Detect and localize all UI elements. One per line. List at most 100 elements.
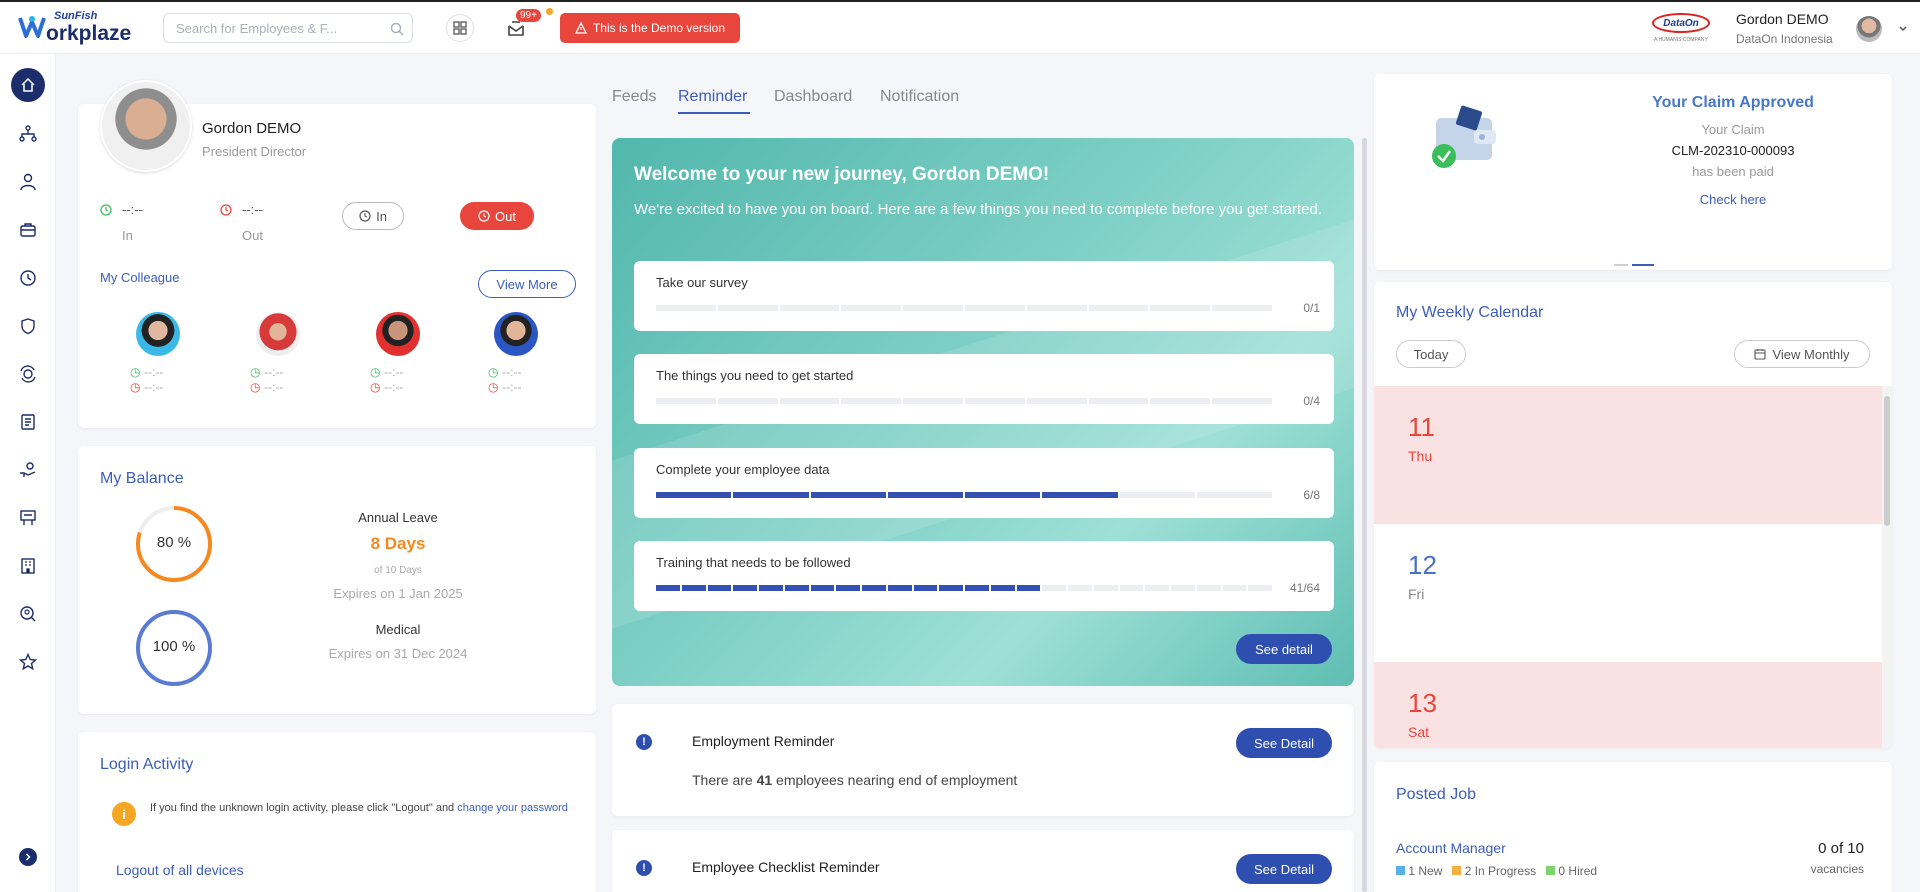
sidebar [0,54,56,892]
clock-icon [359,210,371,222]
clock-icon[interactable] [14,264,42,292]
job-count: 0 of 10 [1818,840,1864,857]
employment-see-detail-button[interactable]: See Detail [1236,728,1332,758]
tab-notification[interactable]: Notification [880,88,959,106]
person-icon[interactable] [14,168,42,196]
carousel-dot-active[interactable] [1632,264,1654,266]
job-title-link[interactable]: Account Manager [1396,840,1506,856]
view-more-button[interactable]: View More [478,270,576,298]
dataon-logo: DataOn A HUMANIS COMPANY [1650,11,1714,45]
progress-segment [1212,305,1272,311]
progress-segment [1068,585,1092,591]
home-icon[interactable] [11,68,45,102]
colleague-times-3: ◷ --:-- ◷ --:-- [370,365,404,394]
progress-segment [656,305,716,311]
colleague-times-4: ◷ --:-- ◷ --:-- [488,365,522,394]
tab-reminder[interactable]: Reminder [678,88,747,106]
see-detail-button[interactable]: See detail [1236,634,1332,664]
checklist-reminder-card: ! Employee Checklist Reminder See Detail [612,830,1354,892]
search-input[interactable]: Search for Employees & F... [163,13,413,43]
login-title: Login Activity [100,756,194,773]
search-placeholder: Search for Employees & F... [176,21,338,36]
star-icon[interactable] [14,648,42,676]
colleague-avatar-4[interactable] [494,312,538,356]
task-label: Take our survey [656,275,748,290]
day-number: 11 [1408,412,1435,442]
chevron-down-icon[interactable] [1898,24,1908,34]
job-stat-hired: 0 Hired [1546,864,1597,878]
job-stat-new: 1 New [1396,864,1442,878]
progress-segment [784,585,809,591]
colleague-avatar-2[interactable] [256,312,300,356]
scrollbar-thumb[interactable] [1362,138,1367,892]
grid-icon [453,21,467,35]
task-count: 41/64 [1289,581,1320,595]
scrollbar-track[interactable] [1362,138,1367,892]
workplaze-logo[interactable]: SunFish orkplaze [18,10,138,46]
progress-segment [810,585,835,591]
top-bar: SunFish orkplaze Search for Employees & … [0,0,1920,54]
user-name[interactable]: Gordon DEMO [1736,11,1829,27]
search-icon[interactable] [390,22,404,36]
calendar-scrollbar[interactable] [1882,386,1892,748]
task-survey[interactable]: Take our survey 0/1 [634,261,1334,331]
money-exchange-icon[interactable] [14,360,42,388]
login-note: If you find the unknown login activity, … [150,800,570,816]
change-password-link[interactable]: change your password [457,802,568,814]
colleague-in: --:-- [144,365,164,379]
clock-icon [478,210,490,222]
today-button[interactable]: Today [1396,340,1466,368]
tab-active-indicator [678,112,750,114]
inbox-button[interactable]: 99+ [506,8,553,42]
brand-small: SunFish [54,10,98,22]
task-count: 0/1 [1303,301,1320,315]
logout-all-link[interactable]: Logout of all devices [116,862,244,878]
colleague-avatar-3[interactable] [376,312,420,356]
carousel-dot[interactable] [1614,264,1628,266]
day-number: 12 [1408,550,1437,580]
training-icon[interactable] [14,504,42,532]
task-training[interactable]: Training that needs to be followed 41/64 [634,541,1334,611]
inbox-badge: 99+ [516,9,541,22]
user-avatar[interactable] [1856,16,1882,42]
hand-coin-icon[interactable] [14,456,42,484]
progress-segment [1042,492,1118,498]
chevron-right-icon[interactable] [19,848,37,866]
clock-in-icon [100,204,112,216]
in-time: --:-- [122,202,143,217]
building-icon[interactable] [14,552,42,580]
checklist-see-detail-button[interactable]: See Detail [1236,854,1332,884]
task-progress [656,305,1272,311]
reminder-text-pre: There are [692,772,757,788]
out-time: --:-- [242,202,263,217]
profile-avatar[interactable] [100,80,192,172]
tab-dashboard[interactable]: Dashboard [774,88,852,106]
task-employee-data[interactable]: Complete your employee data 6/8 [634,448,1334,518]
calendar-scrollbar-thumb[interactable] [1884,396,1890,526]
task-getting-started[interactable]: The things you need to get started 0/4 [634,354,1334,424]
view-monthly-button[interactable]: View Monthly [1734,340,1870,368]
invoice-icon[interactable] [14,408,42,436]
clock-out-icon [220,204,232,216]
clock-in-button[interactable]: In [342,202,404,230]
colleague-in: --:-- [384,365,404,379]
calendar-day-11[interactable]: 11 Thu [1374,386,1882,524]
apps-grid-button[interactable] [446,14,474,42]
check-here-link[interactable]: Check here [1574,192,1892,207]
org-chart-icon[interactable] [14,120,42,148]
briefcase-icon[interactable] [14,216,42,244]
task-progress [656,398,1272,404]
dataon-tagline: A HUMANIS COMPANY [1654,37,1708,43]
calendar-day-12[interactable]: 12 Fri [1374,524,1882,662]
progress-segment [887,492,963,498]
tab-feeds[interactable]: Feeds [612,88,656,106]
progress-segment [1196,492,1272,498]
progress-segment [681,585,706,591]
colleague-avatar-1[interactable] [136,312,180,356]
progress-segment [656,398,716,404]
shield-icon[interactable] [14,312,42,340]
clock-out-button[interactable]: Out [460,202,534,230]
calendar-day-13[interactable]: 13 Sat [1374,662,1882,748]
job-progress-text: 2 In Progress [1464,864,1537,878]
search-person-icon[interactable] [14,600,42,628]
